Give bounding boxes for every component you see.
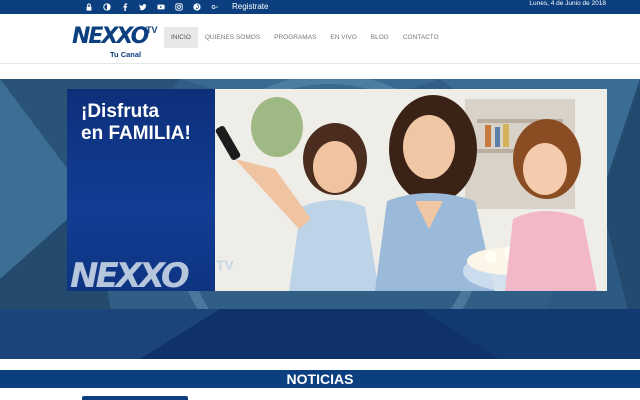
facebook-icon[interactable] <box>116 0 134 14</box>
watermark-tv: TV <box>216 257 234 273</box>
instagram-icon[interactable] <box>170 0 188 14</box>
google-plus-icon[interactable] <box>206 0 224 14</box>
logo-tv: TV <box>146 25 158 35</box>
main-nav: INICIO QUIENES SOMOS PROGRAMAS EN VIVO B… <box>164 27 446 48</box>
lock-icon[interactable] <box>80 0 98 14</box>
top-bar: Registrate Lunes, 4 de Junio de 2018 <box>0 0 640 14</box>
headline-line-1: ¡Disfruta <box>81 101 160 122</box>
nav-item-contacto[interactable]: CONTACTO <box>396 27 446 48</box>
headline-line-2: en FAMILIA! <box>81 123 191 144</box>
nav-item-programas[interactable]: PROGRAMAS <box>267 27 323 48</box>
social-icons: Registrate <box>80 0 268 14</box>
pinterest-icon[interactable] <box>188 0 206 14</box>
youtube-icon[interactable] <box>152 0 170 14</box>
nav-item-inicio[interactable]: INICIO <box>164 27 198 48</box>
current-date: Lunes, 4 de Junio de 2018 <box>529 0 606 7</box>
banner-headline: ¡Disfruta en FAMILIA! <box>81 101 191 145</box>
logo-tagline: Tu Canal <box>110 50 142 59</box>
family-photo <box>215 89 607 291</box>
site-logo[interactable]: NEXXO TV Tu Canal <box>72 24 162 60</box>
site-header: NEXXO TV Tu Canal INICIO QUIENES SOMOS P… <box>0 14 640 64</box>
contrast-icon[interactable] <box>98 0 116 14</box>
nav-item-quienes-somos[interactable]: QUIENES SOMOS <box>198 27 267 48</box>
register-link[interactable]: Registrate <box>232 0 268 14</box>
noticias-section-header: NOTICIAS <box>0 370 640 388</box>
twitter-icon[interactable] <box>134 0 152 14</box>
logo-text: NEXXO <box>72 24 149 49</box>
logo-watermark: NEXXO TV <box>70 257 250 307</box>
watermark-text: NEXXO <box>70 256 190 296</box>
nav-item-en-vivo[interactable]: EN VIVO <box>323 27 363 48</box>
hero-section: ¡Disfruta en FAMILIA! NEXXO TV <box>0 79 640 359</box>
news-card-edge[interactable] <box>82 396 188 400</box>
nav-item-blog[interactable]: BLOG <box>364 27 396 48</box>
noticias-title: NOTICIAS <box>286 371 354 387</box>
